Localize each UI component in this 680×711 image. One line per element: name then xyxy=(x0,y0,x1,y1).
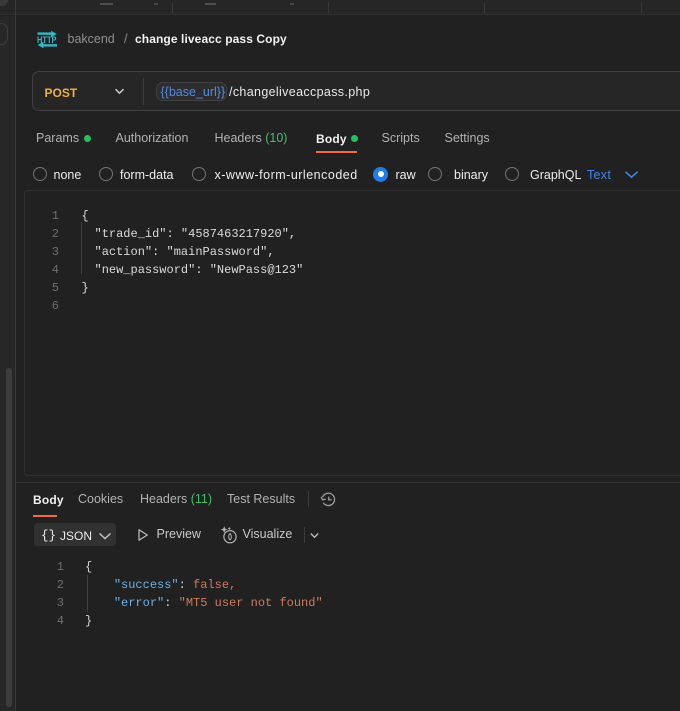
svg-text:HTTP: HTTP xyxy=(37,35,57,46)
